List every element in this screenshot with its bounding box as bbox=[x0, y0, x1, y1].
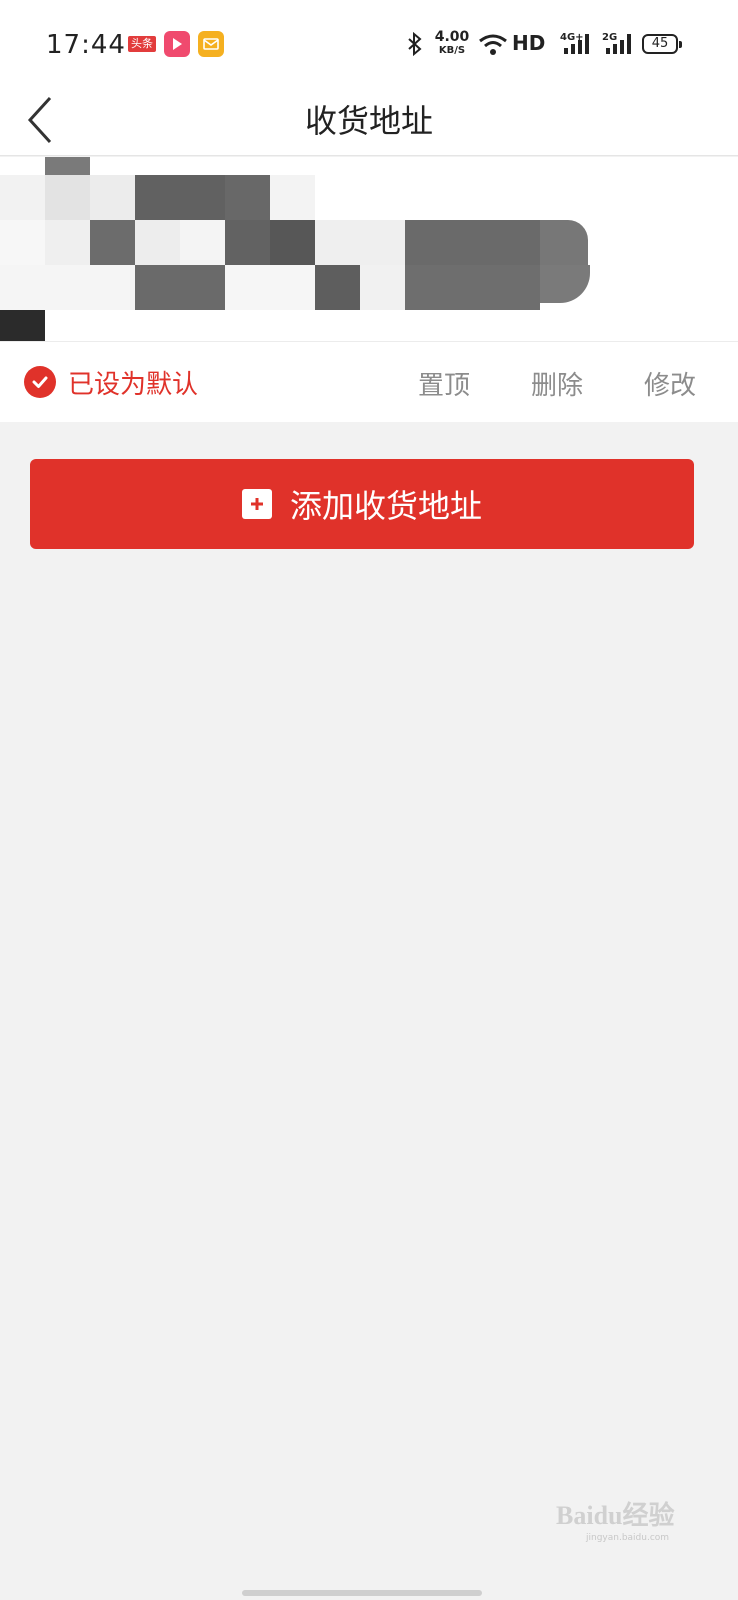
network-speed-unit: KB/S bbox=[438, 45, 466, 56]
network-speed: 4.00 KB/S bbox=[432, 30, 472, 60]
address-info-redacted bbox=[0, 157, 738, 341]
pin-top-button[interactable]: 置顶 bbox=[418, 365, 470, 402]
check-circle-icon bbox=[24, 366, 56, 398]
wifi-icon bbox=[478, 33, 508, 63]
card-divider bbox=[0, 341, 738, 342]
home-indicator[interactable] bbox=[242, 1590, 482, 1596]
battery-indicator: 45 bbox=[642, 34, 682, 54]
status-time: 17:44 bbox=[46, 30, 126, 60]
network-speed-value: 4.00 bbox=[434, 29, 470, 45]
svg-text:2G: 2G bbox=[602, 32, 617, 43]
delete-button[interactable]: 删除 bbox=[531, 365, 583, 402]
default-address-toggle[interactable]: 已设为默认 bbox=[24, 361, 198, 403]
mail-app-icon bbox=[198, 31, 224, 57]
add-address-button[interactable]: 添加收货地址 bbox=[30, 459, 694, 549]
status-bar: 17:44 头条 4.00 KB/S HD 4G+ 2G 45 bbox=[0, 0, 738, 84]
address-card[interactable]: 已设为默认 置顶 删除 修改 bbox=[0, 157, 738, 422]
bluetooth-icon bbox=[405, 31, 425, 62]
watermark-url: jingyan.baidu.com bbox=[586, 1533, 670, 1543]
add-address-label: 添加收货地址 bbox=[289, 487, 482, 525]
hd-indicator: HD bbox=[512, 31, 546, 55]
plus-icon bbox=[241, 489, 272, 519]
edit-button[interactable]: 修改 bbox=[644, 365, 696, 402]
signal-4g-icon: 4G+ bbox=[560, 30, 594, 60]
watermark-brand: Baidu经验 bbox=[556, 1501, 675, 1530]
video-app-icon bbox=[164, 31, 190, 57]
page-title: 收货地址 bbox=[304, 102, 433, 140]
signal-2g-icon: 2G bbox=[602, 30, 636, 60]
baidu-jingyan-watermark: Baidu经验 jingyan.baidu.com bbox=[556, 1485, 696, 1545]
toutiao-app-icon: 头条 bbox=[128, 36, 156, 52]
default-address-label: 已设为默认 bbox=[68, 369, 199, 400]
navigation-bar: 收货地址 bbox=[0, 84, 738, 156]
